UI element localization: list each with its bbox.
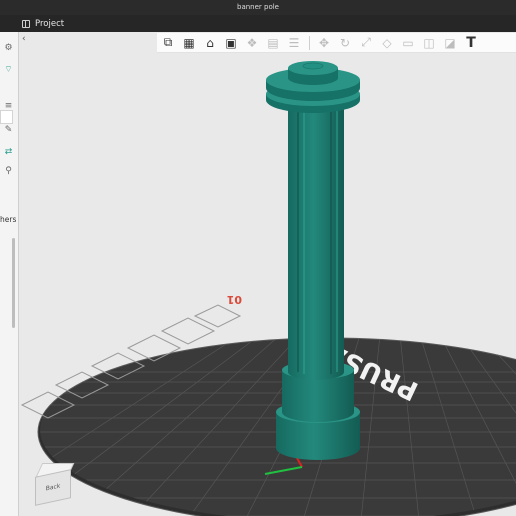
scene-svg: PRUSA 01: [20, 61, 516, 516]
text-tool-icon[interactable]: T: [463, 35, 479, 51]
tab-bar: Project: [0, 15, 516, 32]
seam-paint-icon[interactable]: ◪: [442, 35, 458, 51]
bed-icon[interactable]: ⌂: [202, 35, 218, 51]
navigation-cube[interactable]: Back: [30, 463, 75, 506]
navcube-back-face[interactable]: Back: [35, 469, 71, 506]
collapse-sidebar-icon[interactable]: ‹: [22, 34, 34, 44]
search-icon[interactable]: ⚲: [2, 165, 15, 177]
place-on-face-icon[interactable]: ▭: [400, 35, 416, 51]
arrange-icon[interactable]: ▦: [181, 35, 197, 51]
top-toolbar: ⧉ ▦ ⌂ ▣ ❖ ▤ ☰ ✥ ↻ ⤢ ◇ ▭ ◫ ◪ T: [157, 33, 516, 53]
edit-icon[interactable]: ✎: [2, 124, 15, 136]
window-title: banner pole: [0, 0, 516, 15]
3d-viewport[interactable]: PRUSA 01: [19, 32, 516, 516]
filter-icon[interactable]: ≡: [2, 100, 15, 112]
sidebar-field[interactable]: [0, 110, 13, 124]
swap-icon[interactable]: ⇄: [2, 146, 15, 158]
sidebar-scrollbar[interactable]: [12, 238, 15, 328]
wifi-icon[interactable]: ⌔: [2, 64, 15, 76]
sliders-icon[interactable]: ⚙: [2, 42, 15, 54]
cut-icon[interactable]: ◇: [379, 35, 395, 51]
layers-icon[interactable]: ☰: [286, 35, 302, 51]
copy-icon[interactable]: ❖: [244, 35, 260, 51]
bed-marker-text: 01: [227, 293, 242, 306]
support-paint-icon[interactable]: ◫: [421, 35, 437, 51]
tab-project[interactable]: Project: [22, 15, 64, 32]
tab-project-label: Project: [35, 18, 65, 29]
sidebar-label: hers: [0, 215, 17, 224]
toolbar-separator: [309, 35, 310, 50]
print-bed: [37, 337, 516, 516]
scale-icon[interactable]: ⤢: [358, 35, 374, 51]
project-icon: [22, 19, 30, 28]
view-icon[interactable]: ▣: [223, 35, 239, 51]
left-sidebar: ⚙ ⌔ ≡ ✎ ⇄ ⚲ hers: [0, 32, 19, 516]
add-object-icon[interactable]: ⧉: [160, 35, 176, 51]
move-icon[interactable]: ✥: [316, 35, 332, 51]
paste-icon[interactable]: ▤: [265, 35, 281, 51]
rotate-icon[interactable]: ↻: [337, 35, 353, 51]
